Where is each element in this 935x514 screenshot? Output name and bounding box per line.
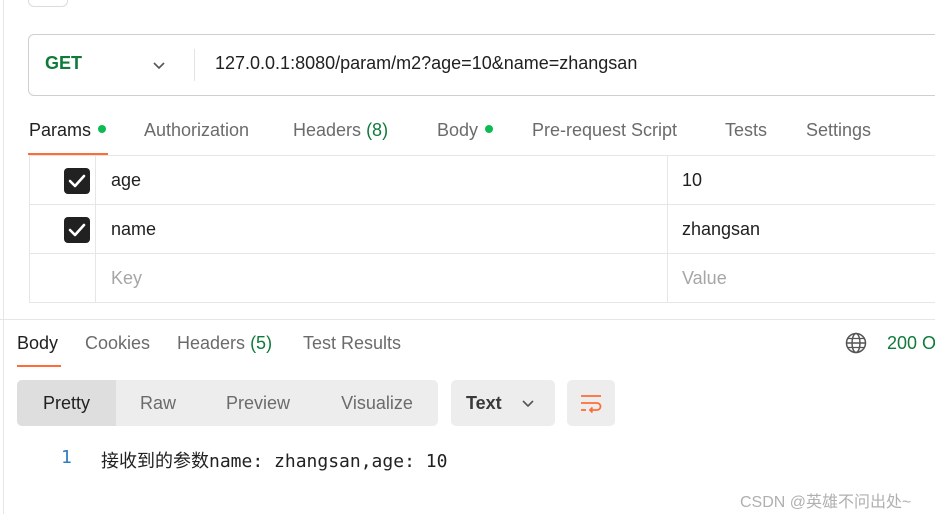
url-separator — [194, 49, 195, 81]
watermark: CSDN @英雄不问出处~ — [740, 494, 912, 511]
tab-pre-request-script[interactable]: Pre-request Script — [532, 120, 677, 141]
line-number: 1 — [61, 447, 72, 468]
table-row: age 10 — [29, 156, 935, 205]
view-mode-group: Pretty Raw Preview Visualize — [17, 380, 438, 426]
tab-label: Authorization — [144, 120, 250, 140]
top-tab-stub — [28, 0, 68, 7]
tab-count: (5) — [250, 333, 273, 353]
view-visualize-button[interactable]: Visualize — [316, 380, 438, 426]
tab-label: Body — [17, 333, 59, 353]
tab-tests[interactable]: Tests — [725, 120, 767, 141]
tab-count: (8) — [366, 120, 389, 140]
response-text[interactable]: 接收到的参数name: zhangsan,age: 10 — [101, 447, 447, 473]
tab-label: Settings — [806, 120, 872, 140]
tab-authorization[interactable]: Authorization — [144, 120, 249, 141]
tab-label: Body — [437, 120, 479, 140]
param-value-placeholder[interactable]: Value — [682, 268, 727, 289]
response-tab-test-results[interactable]: Test Results — [303, 333, 401, 354]
response-tab-cookies[interactable]: Cookies — [85, 333, 150, 354]
view-preview-button[interactable]: Preview — [200, 380, 316, 426]
tab-label: Test Results — [303, 333, 402, 353]
chevron-down-icon[interactable] — [151, 57, 167, 73]
tab-label: Tests — [725, 120, 768, 140]
tab-body[interactable]: Body — [437, 120, 494, 141]
tab-label: Headers — [177, 333, 246, 353]
param-key[interactable]: age — [111, 170, 141, 191]
table-row: name zhangsan — [29, 205, 935, 254]
params-table: age 10 name zhangsan Key Value — [29, 155, 935, 303]
tab-label: Params — [29, 120, 92, 140]
param-checkbox[interactable] — [64, 168, 90, 194]
wrap-lines-icon — [581, 395, 602, 414]
param-key-placeholder[interactable]: Key — [111, 268, 142, 289]
param-key[interactable]: name — [111, 219, 156, 240]
method-select[interactable]: GET — [45, 53, 82, 74]
wrap-lines-button[interactable] — [567, 380, 615, 426]
url-bar: GET 127.0.0.1:8080/param/m2?age=10&name=… — [28, 34, 935, 96]
format-label: Text — [466, 393, 502, 413]
param-value[interactable]: zhangsan — [682, 219, 760, 240]
globe-icon[interactable] — [845, 332, 867, 354]
view-pretty-button[interactable]: Pretty — [17, 380, 116, 426]
checkmark-icon — [68, 223, 86, 237]
tab-label: Cookies — [85, 333, 151, 353]
left-border — [3, 0, 4, 514]
status-code[interactable]: 200 O — [887, 333, 935, 354]
chevron-down-icon — [522, 400, 534, 408]
pane-divider[interactable] — [0, 319, 935, 320]
param-checkbox[interactable] — [64, 217, 90, 243]
view-raw-button[interactable]: Raw — [116, 380, 200, 426]
table-row: Key Value — [29, 254, 935, 302]
status-dot-icon — [485, 125, 494, 134]
tab-headers[interactable]: Headers (8) — [293, 120, 388, 141]
status-dot-icon — [98, 125, 107, 134]
param-value[interactable]: 10 — [682, 170, 702, 191]
tab-settings[interactable]: Settings — [806, 120, 871, 141]
url-input[interactable]: 127.0.0.1:8080/param/m2?age=10&name=zhan… — [215, 53, 637, 74]
checkmark-icon — [68, 174, 86, 188]
tab-label: Pre-request Script — [532, 120, 678, 140]
response-tab-body[interactable]: Body — [17, 333, 58, 354]
tab-label: Headers — [293, 120, 362, 140]
tab-params[interactable]: Params — [29, 120, 107, 141]
active-response-tab-indicator — [17, 365, 61, 367]
format-select[interactable]: Text — [451, 380, 555, 426]
response-tab-headers[interactable]: Headers (5) — [177, 333, 272, 354]
